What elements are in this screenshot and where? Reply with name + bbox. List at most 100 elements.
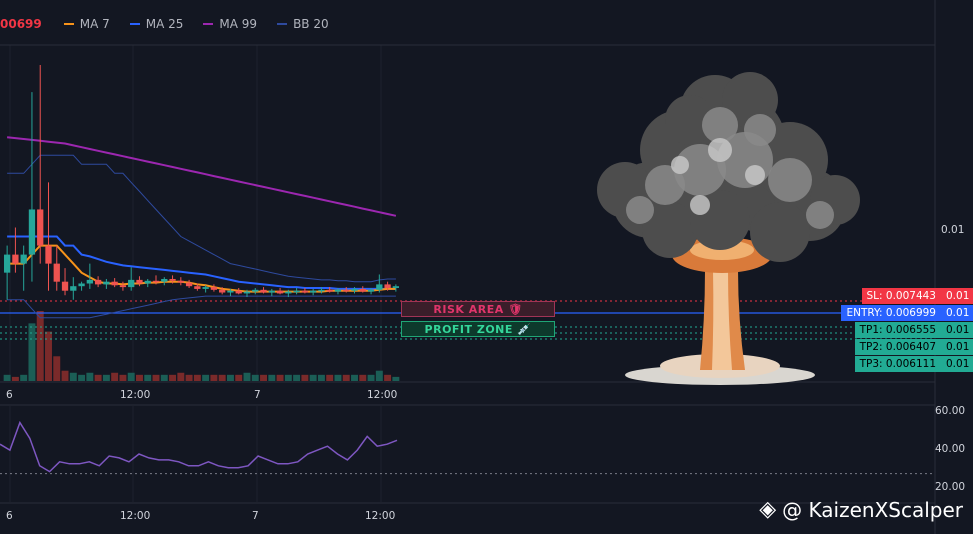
candle-body <box>169 278 176 281</box>
candle-body <box>70 286 77 291</box>
volume-bar <box>20 374 28 381</box>
candle-body <box>12 254 19 264</box>
candle-body <box>367 289 375 292</box>
volume-bar <box>375 370 383 381</box>
candle-body <box>3 254 11 273</box>
volume-bar <box>251 374 259 381</box>
candle-body <box>45 245 52 264</box>
explosion-shape <box>626 196 654 224</box>
volume-bar <box>367 374 375 381</box>
legend-ma25[interactable]: MA 25 <box>129 17 183 31</box>
candle-body <box>243 291 251 294</box>
candle-body <box>392 286 400 289</box>
volume-bar <box>284 374 292 381</box>
tp2-scale-label: 0.01 <box>941 339 973 355</box>
candle-body <box>268 290 275 293</box>
legend-ma99[interactable]: MA 99 <box>203 17 257 31</box>
volume-bar <box>317 374 325 381</box>
volume-bar <box>11 376 19 381</box>
candle-body <box>219 289 226 293</box>
volume-bar <box>152 374 160 381</box>
candle-body <box>37 209 44 246</box>
candle-body <box>343 289 350 292</box>
volume-bar <box>276 374 284 381</box>
volume-bar <box>210 374 218 381</box>
volume-bar <box>193 374 201 381</box>
volume-bar <box>185 374 193 381</box>
candle-body <box>86 279 93 284</box>
volume-bar <box>384 374 392 381</box>
candle-body <box>28 209 36 255</box>
volume-bar <box>235 374 243 381</box>
sl-scale-label: 0.01 <box>941 288 973 304</box>
volume-bar <box>94 374 102 381</box>
candle-body <box>210 287 218 290</box>
candle-body <box>318 289 325 292</box>
risk-area-box: RISK AREA 🛡 <box>401 301 555 317</box>
candle-body <box>177 280 184 283</box>
volume-bar <box>326 374 334 381</box>
candle-body <box>227 290 234 293</box>
volume-bar <box>309 374 317 381</box>
explosion-shape <box>806 201 834 229</box>
tp2-level-label: TP2: 0.006407 <box>854 339 941 355</box>
explosion-shape <box>745 165 765 185</box>
volume-bar <box>119 374 127 381</box>
tp1-scale-label: 0.01 <box>941 322 973 338</box>
explosion-shape <box>708 138 732 162</box>
rsi-tick-20: 20.00 <box>935 481 966 493</box>
candle-body <box>128 279 135 288</box>
candle-body <box>119 285 127 288</box>
chart-canvas[interactable] <box>0 0 973 534</box>
time-label-1200-b: 12:00 <box>367 389 398 401</box>
syringe-icon: 💉 <box>517 322 532 336</box>
sl-level-label: SL: 0.007443 <box>861 288 941 304</box>
price-tick-001: 0.01 <box>941 224 965 236</box>
volume-bar <box>160 374 168 381</box>
legend-bb20[interactable]: BB 20 <box>277 17 329 31</box>
volume-bar <box>86 372 94 381</box>
candle-body <box>152 280 160 283</box>
volume-bar <box>243 372 251 381</box>
volume-bar <box>202 374 210 381</box>
legend-price: 00699 <box>0 17 42 31</box>
candle-body <box>111 281 118 286</box>
rsi-time-label-7: 7 <box>252 510 259 522</box>
explosion-shape <box>702 107 738 143</box>
rsi-tick-60: 60.00 <box>935 405 966 417</box>
candle-body <box>334 289 342 292</box>
candle-body <box>359 288 366 292</box>
candle-body <box>136 279 143 284</box>
candle-body <box>103 281 110 285</box>
explosion-shape <box>690 195 710 215</box>
candle-body <box>53 263 60 282</box>
volume-bar <box>127 372 135 381</box>
candle-body <box>285 291 292 294</box>
rsi-time-label-6: 6 <box>6 510 13 522</box>
candle-body <box>384 284 391 289</box>
volume-bar <box>226 374 234 381</box>
explosion-shape <box>750 202 810 262</box>
candle-body <box>61 281 69 291</box>
candle-body <box>293 290 300 293</box>
volume-bar <box>36 311 44 381</box>
candle-body <box>351 288 358 291</box>
explosion-shape <box>768 158 812 202</box>
binance-icon: ◈ <box>759 497 777 522</box>
volume-bar <box>144 374 152 381</box>
legend-ma7[interactable]: MA 7 <box>63 17 110 31</box>
candle-body <box>185 282 193 287</box>
volume-bar <box>111 372 119 381</box>
volume-bar <box>342 374 350 381</box>
explosion-shape <box>671 156 689 174</box>
volume-bar <box>169 374 177 381</box>
candle-body <box>161 278 168 282</box>
volume-bar <box>260 374 268 381</box>
shield-icon: 🛡 <box>508 302 523 316</box>
rsi-tick-40: 40.00 <box>935 443 966 455</box>
watermark: ◈ @ KaizenXScalper <box>759 497 963 522</box>
volume-bar <box>301 374 309 381</box>
indicator-legend: 00699 MA 7 MA 25 MA 99 BB 20 <box>0 16 349 32</box>
candle-body <box>260 289 267 293</box>
volume-bar <box>293 374 301 381</box>
